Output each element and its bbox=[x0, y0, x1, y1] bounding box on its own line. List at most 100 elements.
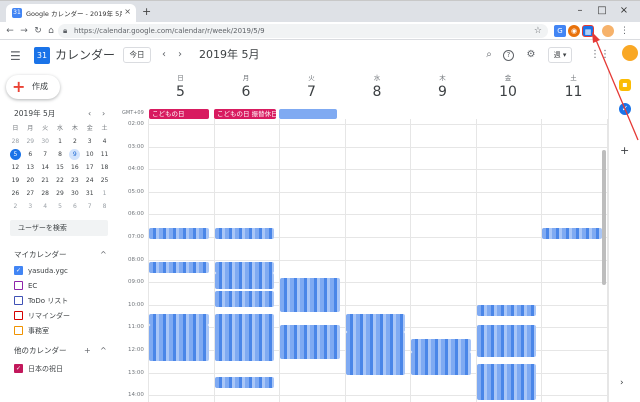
mini-prev-button[interactable]: ‹ bbox=[88, 109, 91, 119]
mini-day[interactable]: 12 bbox=[8, 162, 23, 173]
day-header[interactable]: 水8 bbox=[345, 73, 410, 101]
today-button[interactable]: 今日 bbox=[123, 47, 151, 63]
mini-day[interactable]: 16 bbox=[67, 162, 82, 173]
browser-menu-icon[interactable]: ⋮ bbox=[620, 25, 629, 37]
mini-day[interactable]: 18 bbox=[97, 162, 112, 173]
back-button[interactable]: ← bbox=[4, 25, 16, 37]
new-tab-button[interactable]: + bbox=[142, 6, 151, 18]
mini-day[interactable]: 25 bbox=[97, 175, 112, 186]
mini-day[interactable]: 7 bbox=[38, 149, 53, 160]
calendar-event[interactable] bbox=[149, 227, 209, 240]
bookmark-star-icon[interactable]: ☆ bbox=[534, 25, 542, 37]
calendar-event[interactable] bbox=[280, 325, 340, 360]
date-number[interactable]: 7 bbox=[279, 83, 344, 101]
apps-grid-icon[interactable]: ⋮⋮ bbox=[590, 48, 610, 62]
other-calendars-title[interactable]: 他のカレンダー bbox=[14, 346, 67, 356]
mini-day[interactable]: 22 bbox=[53, 175, 68, 186]
add-calendar-icon[interactable]: + bbox=[84, 346, 91, 356]
mini-day[interactable]: 20 bbox=[23, 175, 38, 186]
calendar-event[interactable] bbox=[280, 277, 340, 312]
browser-tab[interactable]: 31 Google カレンダー - 2019年 5月 5日 × bbox=[6, 4, 136, 23]
mini-day[interactable]: 5 bbox=[9, 149, 21, 160]
other-calendars-collapse-icon[interactable]: ^ bbox=[100, 346, 107, 356]
mini-day[interactable]: 28 bbox=[8, 136, 23, 147]
calendar-event[interactable] bbox=[214, 313, 274, 362]
mini-day[interactable]: 11 bbox=[97, 149, 112, 160]
mini-day[interactable]: 24 bbox=[82, 175, 97, 186]
date-number[interactable]: 6 bbox=[214, 83, 279, 101]
add-addon-icon[interactable]: + bbox=[620, 145, 629, 157]
mini-day[interactable]: 3 bbox=[23, 201, 38, 212]
mini-day[interactable]: 8 bbox=[97, 201, 112, 212]
date-number[interactable]: 10 bbox=[476, 83, 541, 101]
calendar-event[interactable] bbox=[411, 352, 471, 375]
calendar-checkbox[interactable] bbox=[14, 326, 23, 335]
mini-day[interactable]: 2 bbox=[8, 201, 23, 212]
calendar-list-item[interactable]: ✓ 日本の祝日 bbox=[14, 363, 110, 375]
account-avatar[interactable] bbox=[622, 45, 638, 61]
date-number[interactable]: 8 bbox=[345, 83, 410, 101]
calendar-checkbox[interactable] bbox=[14, 296, 23, 305]
calendar-checkbox[interactable]: ✓ bbox=[14, 266, 23, 275]
calendar-list-item[interactable]: ToDo リスト bbox=[14, 295, 110, 307]
create-button[interactable]: + 作成 bbox=[6, 75, 60, 99]
search-people-input[interactable]: ユーザーを検索 bbox=[10, 220, 108, 236]
my-calendars-collapse-icon[interactable]: ^ bbox=[100, 250, 107, 260]
calendar-checkbox[interactable] bbox=[14, 311, 23, 320]
calendar-checkbox[interactable]: ✓ bbox=[14, 364, 23, 373]
week-scrollbar[interactable] bbox=[602, 150, 606, 285]
mini-day[interactable]: 5 bbox=[53, 201, 68, 212]
day-header[interactable]: 日5 bbox=[148, 73, 213, 101]
calendar-list-item[interactable]: 事務室 bbox=[14, 325, 110, 337]
calendar-event[interactable] bbox=[214, 291, 274, 308]
help-icon[interactable]: ? bbox=[503, 50, 514, 61]
calendar-event[interactable] bbox=[214, 377, 274, 389]
day-header[interactable]: 木9 bbox=[410, 73, 475, 101]
next-week-button[interactable]: › bbox=[178, 48, 182, 62]
mini-day[interactable]: 29 bbox=[53, 188, 68, 199]
search-icon[interactable]: ⌕ bbox=[482, 48, 496, 62]
settings-icon[interactable]: ⚙ bbox=[524, 48, 538, 62]
mini-day[interactable]: 3 bbox=[82, 136, 97, 147]
tab-close-icon[interactable]: × bbox=[124, 7, 131, 16]
calendar-extension-icon[interactable]: ▦ bbox=[582, 25, 594, 37]
home-button[interactable]: ⌂ bbox=[45, 25, 57, 37]
profile-avatar[interactable] bbox=[602, 25, 614, 37]
address-bar[interactable]: 🔒︎ https://calendar.google.com/calendar/… bbox=[58, 24, 548, 38]
mini-day[interactable]: 30 bbox=[67, 188, 82, 199]
mini-day[interactable]: 9 bbox=[69, 149, 81, 160]
reload-button[interactable]: ↻ bbox=[32, 25, 44, 37]
close-window-button[interactable]: × bbox=[616, 5, 632, 17]
mini-day[interactable]: 27 bbox=[23, 188, 38, 199]
keep-icon[interactable]: ▪ bbox=[619, 79, 631, 91]
mini-day[interactable]: 8 bbox=[53, 149, 68, 160]
mini-day[interactable]: 17 bbox=[82, 162, 97, 173]
calendar-event[interactable] bbox=[149, 325, 209, 362]
forward-button[interactable]: → bbox=[18, 25, 30, 37]
mini-day[interactable]: 4 bbox=[97, 136, 112, 147]
mini-day[interactable]: 31 bbox=[82, 188, 97, 199]
mini-day[interactable]: 1 bbox=[97, 188, 112, 199]
day-header[interactable]: 月6 bbox=[214, 73, 279, 101]
mini-day[interactable]: 23 bbox=[67, 175, 82, 186]
mini-day[interactable]: 2 bbox=[67, 136, 82, 147]
date-number[interactable]: 11 bbox=[541, 83, 606, 101]
calendar-list-item[interactable]: EC bbox=[14, 280, 110, 292]
allday-event[interactable]: こどもの日 bbox=[149, 109, 209, 119]
calendar-event[interactable] bbox=[542, 227, 602, 240]
calendar-event[interactable] bbox=[149, 313, 209, 326]
mini-day[interactable]: 7 bbox=[82, 201, 97, 212]
calendar-checkbox[interactable] bbox=[14, 281, 23, 290]
calendar-event[interactable] bbox=[345, 331, 405, 375]
my-calendars-title[interactable]: マイカレンダー bbox=[14, 250, 67, 260]
tasks-icon[interactable]: ✓ bbox=[619, 103, 631, 115]
previous-week-button[interactable]: ‹ bbox=[162, 48, 166, 62]
day-header[interactable]: 土 11 bbox=[541, 73, 606, 101]
mini-day[interactable]: 6 bbox=[23, 149, 38, 160]
date-number[interactable]: 9 bbox=[410, 83, 475, 101]
mini-next-button[interactable]: › bbox=[102, 109, 105, 119]
date-number[interactable]: 5 bbox=[148, 83, 213, 101]
calendar-event[interactable] bbox=[476, 325, 536, 357]
maximize-button[interactable]: □ bbox=[594, 5, 610, 17]
mini-day[interactable]: 14 bbox=[38, 162, 53, 173]
